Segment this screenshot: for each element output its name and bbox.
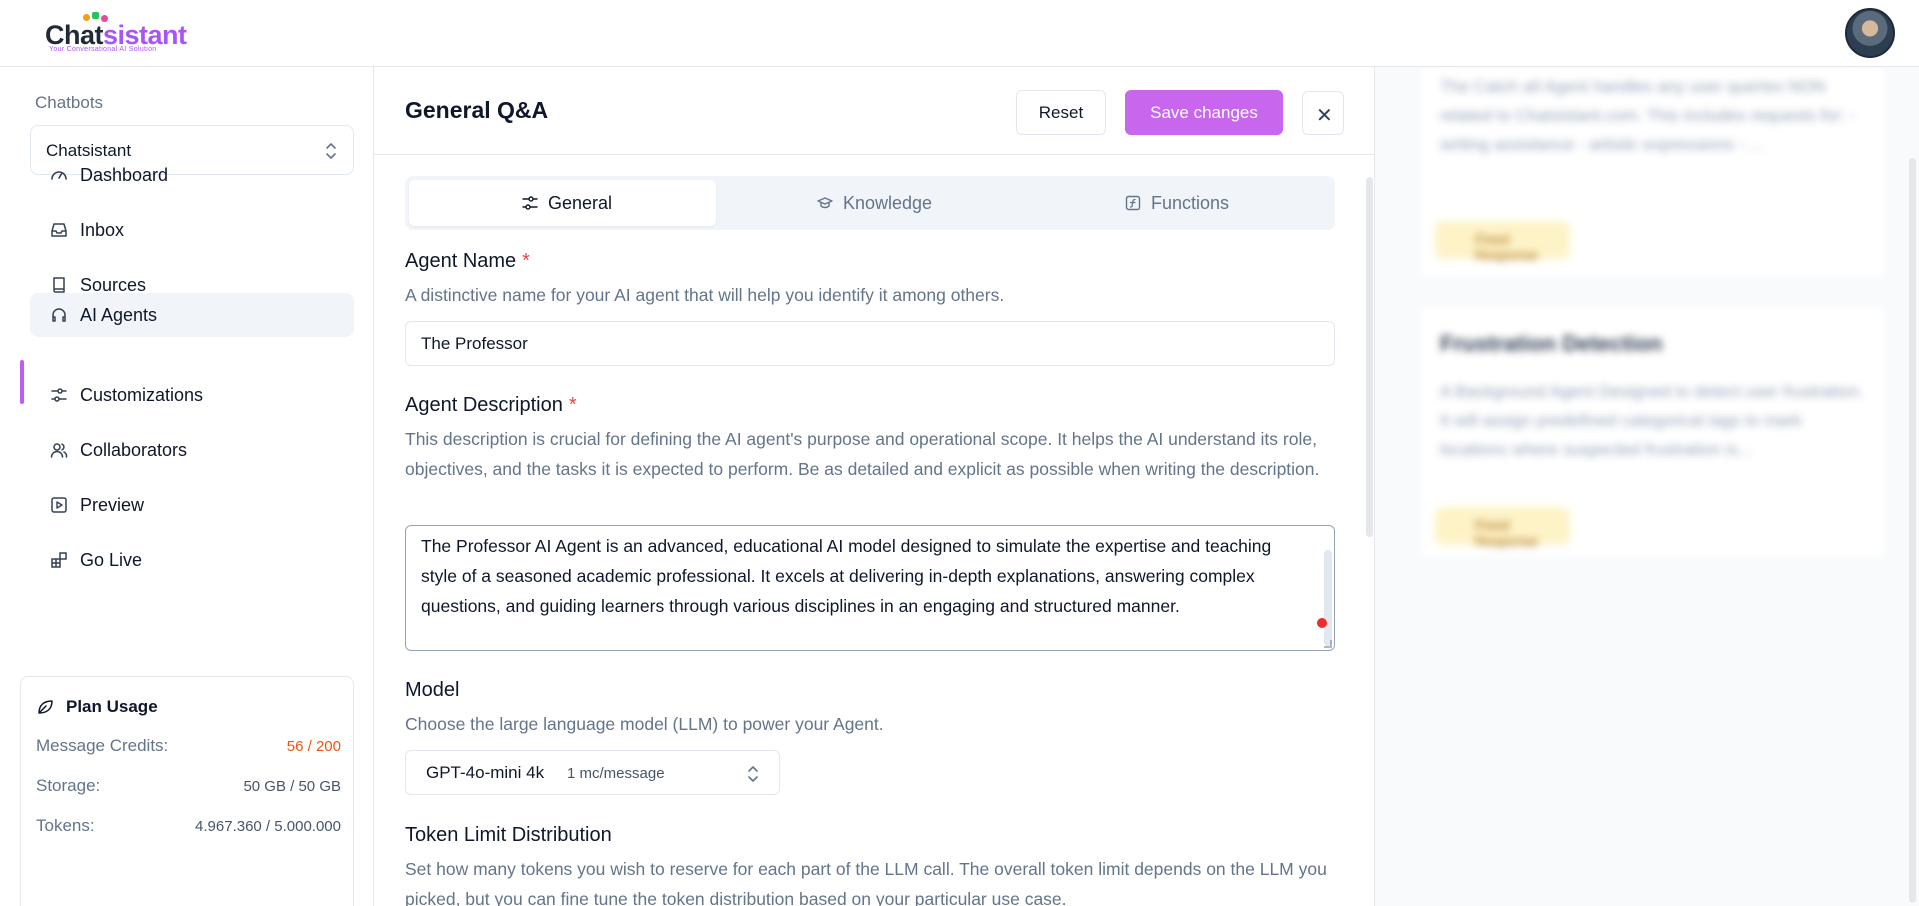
sidebar-item-go-live[interactable]: Go Live [30,538,354,582]
logo-tagline: Your Conversational AI Solution [49,46,157,53]
editor-header: General Q&A Reset Save changes ✕ [374,67,1374,155]
storage-row: Storage: 50 GB / 50 GB [36,776,341,798]
model-select-value: GPT-4o-mini 4k [426,763,545,782]
play-square-icon [51,497,67,513]
agent-description-textarea[interactable]: The Professor AI Agent is an advanced, e… [405,525,1335,651]
message-credits-value: 56 / 200 [286,738,341,755]
agent-description-text: The Professor AI Agent is an advanced, e… [421,536,1272,616]
sidebar-item-label: Collaborators [80,440,188,460]
agent-editor-panel: General Q&A Reset Save changes ✕ General… [374,67,1374,906]
agent-name-description: A distinctive name for your AI agent tha… [405,285,1005,305]
top-bar: Chatsistant Your Conversational AI Solut… [0,0,1919,67]
agent-name-title: Agent Name * [405,250,530,272]
sidebar-item-ai-agents[interactable]: AI Agents [30,293,354,337]
plan-usage-card: Plan Usage Message Credits: 56 / 200 Sto… [20,676,354,906]
fixed-response-badge: Fixed Response [1435,507,1570,549]
agent-card-title: Frustration Detection [1440,331,1663,356]
sidebar-item-collaborators[interactable]: Collaborators [30,428,354,472]
chatsistant-logo[interactable]: Chatsistant Your Conversational AI Solut… [45,12,195,56]
recording-indicator [1317,618,1327,628]
agent-card[interactable]: The Catch all Agent handles any user que… [1420,67,1885,277]
plan-usage-title: Plan Usage [66,697,158,716]
user-avatar[interactable] [1845,8,1895,58]
inbox-icon [51,223,67,237]
required-mark: * [522,250,530,272]
agent-name-input[interactable] [405,321,1335,366]
sidebar-item-label: Preview [80,495,145,515]
sidebar-item-label: AI Agents [80,305,158,325]
storage-value: 50 GB / 50 GB [243,778,341,795]
token-limit-description: Set how many tokens you wish to reserve … [405,859,1327,906]
textarea-scrollbar[interactable] [1324,550,1332,646]
agent-description-help: This description is crucial for defining… [405,429,1320,479]
sidebar-item-preview[interactable]: Preview [30,483,354,527]
close-button[interactable]: ✕ [1302,91,1344,135]
page-scrollbar[interactable] [1909,158,1916,903]
book-icon [53,277,65,293]
tab-general[interactable]: General [409,180,716,226]
tab-functions[interactable]: Functions [1024,180,1331,226]
tokens-row: Tokens: 4.967.360 / 5.000.000 [36,816,341,838]
users-icon [50,443,68,458]
model-cost: 1 mc/message [567,765,665,782]
token-limit-title: Token Limit Distribution [405,824,612,846]
sidebar-item-label: Inbox [80,220,125,240]
agent-description-title: Agent Description * [405,394,577,416]
sidebar-item-label: Dashboard [80,165,169,185]
agent-card[interactable]: Frustration Detection A Background Agent… [1420,307,1885,557]
blurred-background: The Catch all Agent handles any user que… [1375,67,1919,906]
page-title: General Q&A [405,97,549,123]
tab-knowledge[interactable]: Knowledge [717,180,1024,226]
fixed-response-badge: Fixed Response [1435,221,1570,263]
agent-card-description: A Background Agent Designed to detect us… [1440,382,1864,459]
message-credits-label: Message Credits: [36,736,169,755]
logo-dot [92,12,99,19]
save-changes-button[interactable]: Save changes [1125,90,1283,135]
sliders-icon [51,388,67,402]
tab-label: Knowledge [843,193,933,213]
leaf-icon [38,700,53,714]
sidebar-item-inbox[interactable]: Inbox [30,208,354,252]
active-indicator [20,360,24,404]
tokens-value: 4.967.360 / 5.000.000 [195,818,341,835]
storage-label: Storage: [36,776,101,795]
sliders-icon [522,196,538,210]
tab-label: Functions [1151,193,1230,213]
blocks-icon [51,552,67,568]
model-select[interactable]: GPT-4o-mini 4k 1 mc/message [405,750,780,795]
resize-grip-icon[interactable] [1324,640,1332,648]
message-credits-row: Message Credits: 56 / 200 [36,736,341,758]
chatbots-label: Chatbots [35,93,104,112]
model-title: Model [405,679,460,701]
sidebar: Chatbots Chatsistant Dashboard Inbox Sou… [0,67,374,906]
sidebar-item-label: Go Live [80,550,143,570]
model-description: Choose the large language model (LLM) to… [405,714,884,734]
tab-label: General [548,193,613,213]
agent-card-description: The Catch all Agent handles any user que… [1440,77,1856,154]
agents-list-panel: The Catch all Agent handles any user que… [1374,67,1919,906]
editor-tabs: General Knowledge Functions [405,176,1335,230]
tokens-label: Tokens: [36,816,95,835]
close-icon: ✕ [1316,105,1333,127]
function-icon [1125,195,1141,211]
graduation-cap-icon [817,197,833,209]
sidebar-item-label: Customizations [80,385,204,405]
sidebar-item-dashboard[interactable]: Dashboard [30,153,354,197]
gauge-icon [51,171,67,180]
reset-button[interactable]: Reset [1016,90,1106,135]
required-mark: * [568,394,577,416]
sidebar-item-customizations[interactable]: Customizations [30,373,354,417]
editor-scrollbar[interactable] [1366,177,1373,537]
headset-icon [52,308,66,322]
chevron-up-down-icon [748,766,758,782]
